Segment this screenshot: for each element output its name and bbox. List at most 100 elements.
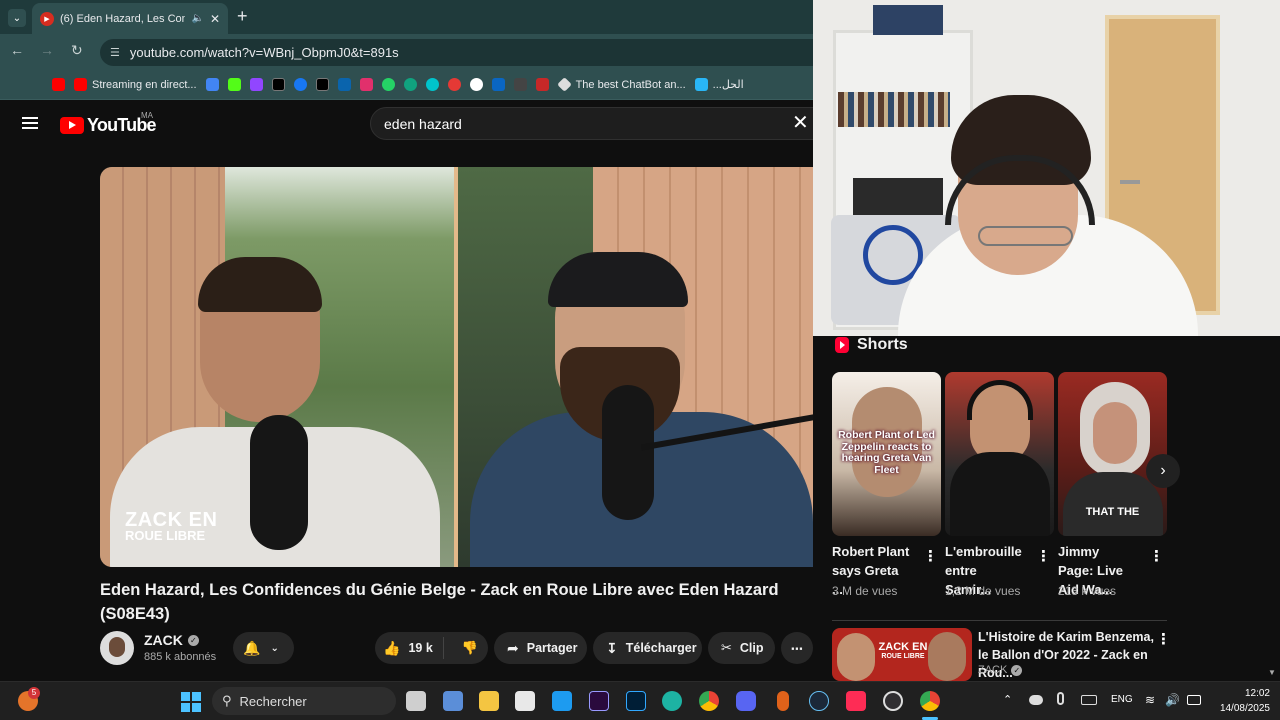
- x-icon[interactable]: [271, 78, 285, 91]
- recommended-channel-name: ZACK: [978, 664, 1008, 676]
- channel-avatar[interactable]: [100, 631, 134, 665]
- channel-name-text: ZACK: [144, 632, 183, 648]
- start-button[interactable]: [181, 692, 201, 712]
- menu-icon[interactable]: [22, 117, 38, 129]
- canva-icon[interactable]: [425, 78, 439, 91]
- share-button[interactable]: ➦ Partager: [494, 632, 587, 664]
- site-info-icon[interactable]: ☰: [110, 46, 120, 59]
- whatsapp-icon[interactable]: [381, 78, 395, 91]
- battery-icon[interactable]: [1187, 695, 1201, 705]
- discord-icon[interactable]: [736, 691, 756, 711]
- like-button[interactable]: 👍 19 k: [375, 637, 444, 659]
- snipping-tool-icon[interactable]: [443, 691, 463, 711]
- outlook-icon[interactable]: [337, 78, 351, 91]
- more-actions-button[interactable]: ⋯: [781, 632, 813, 664]
- chrome-active-icon[interactable]: [920, 691, 940, 711]
- obs-icon[interactable]: [883, 691, 903, 711]
- tray-chevron-icon[interactable]: ⌃: [1003, 693, 1012, 706]
- microphone-app-icon[interactable]: [777, 691, 789, 711]
- windows-taskbar: 5 ⚲ Rechercher ⌃ ENG ≋ 🔊 12:02 14/08/202…: [0, 681, 1280, 720]
- short-thumb-jacket: [950, 452, 1050, 536]
- facebook-icon[interactable]: [293, 78, 307, 91]
- recommended-video-thumbnail[interactable]: ZACK EN ROUE LIBRE: [832, 628, 972, 681]
- subscriber-count: 885 k abonnés: [144, 651, 217, 663]
- browser-tab-active[interactable]: ▶ (6) Eden Hazard, Les Confid 🔈 ✕: [32, 3, 228, 34]
- short-card[interactable]: [945, 372, 1054, 536]
- twitter-icon[interactable]: [552, 691, 572, 711]
- input-language[interactable]: ENG: [1111, 694, 1133, 705]
- audio-playing-icon[interactable]: 🔈: [191, 13, 203, 24]
- taskbar-search[interactable]: ⚲ Rechercher: [212, 687, 396, 715]
- dislike-button[interactable]: 👎: [452, 640, 488, 656]
- microphone-tray-icon[interactable]: [1057, 692, 1064, 705]
- short-views: 213 k vues: [1058, 584, 1117, 598]
- scrollbar-down-arrow[interactable]: ▼: [1268, 668, 1276, 677]
- twitch-icon[interactable]: [249, 78, 263, 91]
- clear-search-icon[interactable]: ✕: [792, 113, 809, 133]
- url-field[interactable]: ☰ youtube.com/watch?v=WBnj_ObpmJ0&t=891s: [100, 39, 813, 66]
- shorts-icon: [835, 337, 849, 353]
- tab-close-icon[interactable]: ✕: [210, 12, 220, 26]
- download-button[interactable]: ↧ Télécharger: [593, 632, 702, 664]
- chatbot-icon: [556, 77, 572, 92]
- premiere-pro-icon[interactable]: [589, 691, 609, 711]
- recommended-channel[interactable]: ZACK ✓: [978, 664, 1023, 676]
- youtube-play-icon: [60, 117, 84, 134]
- file-explorer-icon[interactable]: [479, 691, 499, 711]
- new-tab-button[interactable]: +: [237, 6, 248, 27]
- short-card[interactable]: THAT THE: [1058, 372, 1167, 536]
- instagram-icon[interactable]: [359, 78, 373, 91]
- microphone-left: [250, 415, 308, 550]
- clip-button[interactable]: ✂ Clip: [708, 632, 775, 664]
- kick-icon[interactable]: [227, 78, 241, 91]
- video-person-right-cap: [548, 252, 688, 307]
- translate-icon[interactable]: [205, 78, 219, 91]
- task-view-icon[interactable]: [406, 691, 426, 711]
- tiktok-live-icon[interactable]: [846, 691, 866, 711]
- bookmark-chatbot[interactable]: The best ChatBot an...: [556, 77, 686, 92]
- bell-icon: 🔔: [243, 639, 261, 656]
- short-more-icon[interactable]: ⋮: [1036, 547, 1051, 565]
- short-more-icon[interactable]: ⋮: [923, 547, 938, 565]
- tiktok-icon[interactable]: [315, 78, 329, 91]
- video-player[interactable]: ZACK EN ROUE LIBRE: [100, 167, 813, 567]
- reload-icon[interactable]: ↻: [71, 42, 83, 59]
- search-icon: ⚲: [222, 693, 232, 708]
- chatgpt-icon[interactable]: [403, 78, 417, 91]
- chrome-icon[interactable]: [699, 691, 719, 711]
- like-count: 19 k: [408, 641, 433, 655]
- webcam-overlay: [813, 0, 1280, 336]
- watermark-line2: ROUE LIBRE: [125, 528, 206, 543]
- browser-tab-strip: ⌄ ▶ (6) Eden Hazard, Les Confid 🔈 ✕ +: [0, 0, 813, 34]
- linkedin-icon[interactable]: [491, 78, 505, 91]
- forward-arrow-icon[interactable]: →: [40, 42, 54, 58]
- short-card[interactable]: Robert Plant of Led Zeppelin reacts to h…: [832, 372, 941, 536]
- edge-icon[interactable]: [662, 691, 682, 711]
- info-icon[interactable]: [469, 78, 483, 91]
- microsoft-store-icon[interactable]: [515, 691, 535, 711]
- heart-icon[interactable]: [447, 78, 461, 91]
- bookmark-streaming[interactable]: Streaming en direct...: [74, 78, 197, 91]
- short-thumb-jacket: [1063, 472, 1163, 536]
- volume-icon[interactable]: 🔊: [1165, 693, 1180, 707]
- channel-name[interactable]: ZACK ✓: [144, 632, 199, 648]
- wifi-icon[interactable]: ≋: [1145, 693, 1155, 707]
- top-icon[interactable]: [535, 78, 549, 91]
- back-arrow-icon[interactable]: ←: [10, 42, 24, 58]
- recommended-more-icon[interactable]: ⋮: [1156, 630, 1171, 648]
- download-icon: ↧: [606, 639, 618, 656]
- cloud-sync-icon[interactable]: [1029, 695, 1043, 705]
- youtube-bookmark-icon[interactable]: [52, 78, 65, 91]
- subscription-bell-button[interactable]: 🔔 ⌄: [233, 632, 294, 664]
- shorts-next-button[interactable]: ›: [1146, 454, 1180, 488]
- steam-icon[interactable]: [809, 691, 829, 711]
- shelf-books: [838, 92, 950, 127]
- keyboard-icon[interactable]: [1081, 695, 1097, 705]
- photoshop-icon[interactable]: [626, 691, 646, 711]
- short-more-icon[interactable]: ⋮: [1149, 547, 1164, 565]
- clock[interactable]: 12:02 14/08/2025: [1210, 686, 1270, 716]
- search-input[interactable]: eden hazard: [370, 107, 815, 140]
- crown-icon[interactable]: [513, 78, 527, 91]
- bookmark-arabic[interactable]: ...الحل: [694, 78, 744, 91]
- tab-search-icon[interactable]: ⌄: [8, 9, 26, 27]
